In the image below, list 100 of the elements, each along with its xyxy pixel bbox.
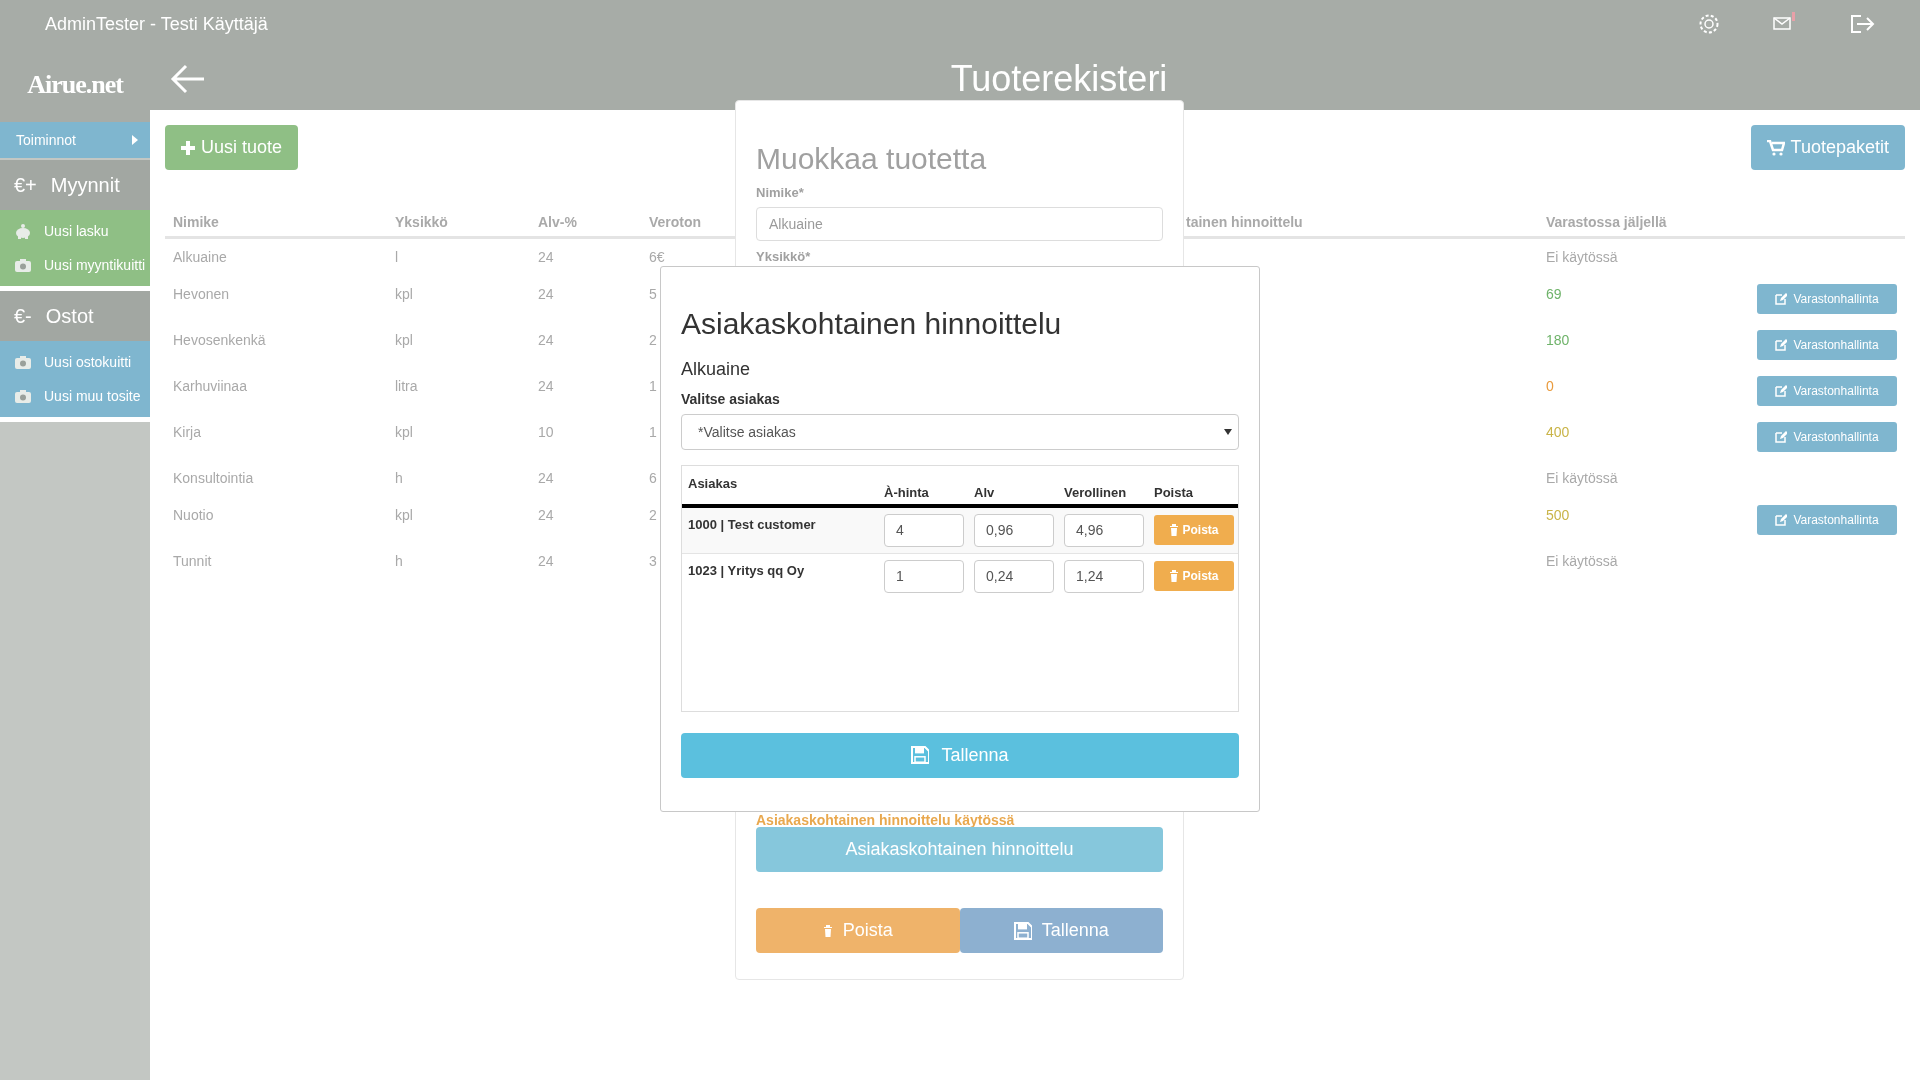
column-header: Verollinen [1064,484,1128,500]
sidebar-item[interactable]: Uusi lasku [0,214,150,248]
table-cell: kpl [395,286,413,302]
stock-value: 0 [1546,378,1554,394]
item-label: Uusi ostokuitti [44,354,132,370]
price-field[interactable]: 1,24 [1064,559,1144,593]
logout-icon [1849,12,1875,36]
stock-button[interactable]: Varastonhallinta [1757,376,1897,406]
delete-button[interactable]: Poista [1154,560,1234,591]
column-header: Asiakas [688,474,739,491]
table-cell: 24 [538,507,554,523]
save-icon [911,746,930,765]
product-name: Alkuaine [681,358,752,380]
panel-title: Muokkaa tuotetta [756,141,988,177]
table-cell: 24 [538,378,554,394]
price-field[interactable]: 0,96 [974,513,1054,547]
stock-value: Ei käytössä [1546,249,1618,265]
menu-toggle[interactable]: Toiminnot [0,122,150,158]
mail-icon [1773,12,1797,32]
table-cell: l [395,249,399,265]
table-cell: 24 [538,286,554,302]
camera-icon [14,354,32,370]
trash-icon [1169,569,1180,582]
cart-icon [1766,139,1785,156]
table-cell: Hevosenkenkä [173,332,266,348]
text-field[interactable]: Alkuaine [756,207,1163,241]
table-cell: 1 [649,424,657,440]
packages-button[interactable]: Tuotepaketit [1750,125,1905,170]
trash-icon [822,924,833,937]
table-cell: 3 [649,553,657,569]
column-header: tainen hinnoittelu [1186,214,1303,230]
table-cell: 24 [538,332,554,348]
piggy-bank-icon [14,223,32,239]
sidebar-item[interactable]: Uusi ostokuitti [0,345,150,379]
table-cell: 2 [649,332,657,348]
pricing-status: Asiakaskohtainen hinnoittelu käytössä [756,813,1016,827]
euro-icon: €+ [14,173,37,197]
table-cell: h [395,470,403,486]
table-cell: Karhuviinaa [173,378,247,394]
price-field[interactable]: 4,96 [1064,513,1144,547]
column-header: Varastossa jäljellä [1546,214,1667,230]
item-label: Uusi lasku [44,223,109,239]
page-title: Tuoterekisteri [949,58,1169,100]
user-name: AdminTester - Testi Käyttäjä [45,13,269,35]
field-label: Yksikkö* [756,249,812,265]
stock-value: Ei käytössä [1546,470,1618,486]
field-label: Nimike* [756,185,805,201]
edit-icon [1775,293,1788,305]
edit-icon [1775,514,1788,526]
sidebar-item[interactable]: Uusi myyntikuitti [0,248,150,282]
price-field[interactable]: 1 [884,559,964,593]
price-field[interactable]: 4 [884,513,964,547]
delete-button[interactable]: Poista [1154,514,1234,545]
table-cell: 24 [538,553,554,569]
plus-icon [181,140,195,155]
stock-button[interactable]: Varastonhallinta [1757,330,1897,360]
field-label: Valitse asiakas [681,391,781,407]
column-header: Nimike [173,214,219,230]
section-title: Myynnit [50,173,120,197]
table-cell: 10 [538,424,554,440]
save-button[interactable]: Tallenna [681,732,1239,778]
customer-pricing-button[interactable]: Asiakaskohtainen hinnoittelu [756,827,1163,872]
table-cell: kpl [395,424,413,440]
stock-button[interactable]: Varastonhallinta [1757,422,1897,452]
column-header: Yksikkö [395,214,448,230]
new-product-button[interactable]: Uusi tuote [165,125,299,170]
item-label: Uusi myyntikuitti [44,257,146,273]
table-cell: h [395,553,403,569]
price-field[interactable]: 0,24 [974,559,1054,593]
modal-title: Asiakaskohtainen hinnoittelu [681,306,1063,342]
table-cell: Nuotio [173,507,214,523]
table-cell: 1 [649,378,657,394]
table-cell: 6 [649,470,657,486]
column-header: Veroton [649,214,702,230]
table-cell: 6€ [649,249,665,265]
column-header: Alv-% [538,214,577,230]
save-button[interactable]: Tallenna [959,908,1163,953]
stock-value: 500 [1546,507,1570,523]
stock-button[interactable]: Varastonhallinta [1757,505,1897,535]
logo: Airue.net [27,70,123,100]
column-header: Alv [974,484,996,500]
item-label: Uusi muu tosite [44,388,141,404]
dropdown-caret-icon [1224,428,1232,435]
table-cell: 24 [538,249,554,265]
settings-icon [1697,12,1721,36]
delete-button[interactable]: Poista [756,908,960,953]
table-cell: 24 [538,470,554,486]
table-cell: Alkuaine [173,249,227,265]
column-header: À-hinta [884,484,930,500]
stock-value: 69 [1546,286,1562,302]
customer-select[interactable]: *Valitse asiakas [681,414,1239,450]
table-cell: 2 [649,507,657,523]
edit-icon [1775,339,1788,351]
column-header: Poista [1154,484,1194,500]
stock-button[interactable]: Varastonhallinta [1757,284,1897,314]
table-cell: 5 [649,286,657,302]
table-cell: Hevonen [173,286,230,302]
table-cell: Konsultointia [173,470,254,486]
sidebar-item[interactable]: Uusi muu tosite [0,379,150,413]
customer-name: 1023 | Yritys qq Oy [688,562,805,578]
